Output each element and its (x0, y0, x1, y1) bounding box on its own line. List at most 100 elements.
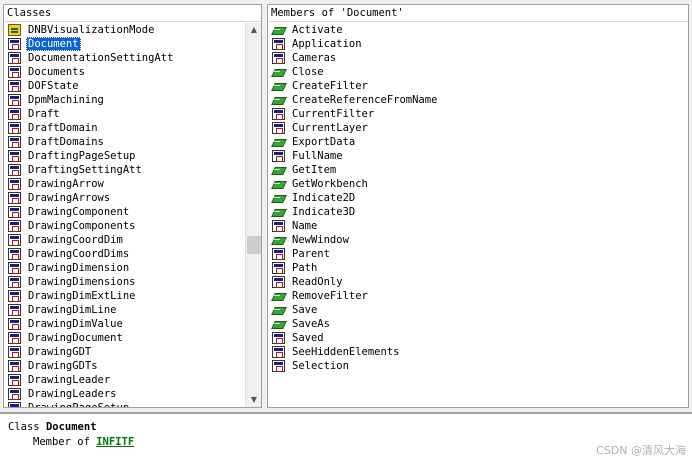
class-icon (8, 262, 21, 274)
class-list-item-label: DrawingArrow (28, 178, 104, 190)
class-list-item[interactable]: DraftDomain (4, 121, 244, 135)
member-list-item[interactable]: SaveAs (268, 317, 688, 331)
scrollbar-thumb[interactable] (247, 236, 261, 254)
class-list-item-label: DrawingDimensions (28, 276, 136, 288)
property-icon (272, 262, 285, 274)
class-icon (8, 318, 21, 330)
method-icon (272, 234, 285, 246)
member-list-item[interactable]: Indicate3D (268, 205, 688, 219)
class-list-item[interactable]: DrawingGDT (4, 345, 244, 359)
class-list-item-label: DrawingDimension (28, 262, 130, 274)
class-list-item[interactable]: DpmMachining (4, 93, 244, 107)
classes-list[interactable]: DNBVisualizationMode Document Documentatio… (4, 23, 244, 407)
class-list-item[interactable]: DrawingComponent (4, 205, 244, 219)
class-list-item[interactable]: DrawingCoordDim (4, 233, 244, 247)
members-list[interactable]: Activate Application Cameras Close CreateFil… (268, 23, 688, 407)
member-list-item[interactable]: Parent (268, 247, 688, 261)
watermark: CSDN @清风大海 (596, 444, 686, 457)
method-icon (272, 66, 285, 78)
property-icon (272, 52, 285, 64)
member-list-item[interactable]: GetWorkbench (268, 177, 688, 191)
class-list-item[interactable]: DraftingPageSetup (4, 149, 244, 163)
member-list-item-label: Activate (292, 24, 343, 36)
member-list-item[interactable]: Save (268, 303, 688, 317)
class-icon (8, 206, 21, 218)
class-list-item[interactable]: DNBVisualizationMode (4, 23, 244, 37)
member-list-item[interactable]: CurrentLayer (268, 121, 688, 135)
classes-header: Classes (4, 5, 261, 22)
member-list-item[interactable]: ReadOnly (268, 275, 688, 289)
class-icon (8, 192, 21, 204)
member-list-item[interactable]: CreateFilter (268, 79, 688, 93)
library-link[interactable]: INFITF (96, 436, 134, 448)
scroll-up-arrow-icon[interactable]: ▲ (246, 23, 261, 37)
property-icon (272, 360, 285, 372)
class-list-item-label: Document (26, 37, 81, 51)
class-list-item[interactable]: Draft (4, 107, 244, 121)
class-list-item[interactable]: Document (4, 37, 244, 51)
class-list-item[interactable]: DraftingSettingAtt (4, 163, 244, 177)
class-list-item[interactable]: DrawingGDTs (4, 359, 244, 373)
member-list-item-label: CurrentFilter (292, 108, 375, 120)
member-list-item[interactable]: RemoveFilter (268, 289, 688, 303)
member-list-item-label: Cameras (292, 52, 337, 64)
class-list-item[interactable]: DrawingLeaders (4, 387, 244, 401)
class-list-item-label: DrawingCoordDims (28, 248, 130, 260)
class-list-item-label: DrawingLeader (28, 374, 111, 386)
classes-scrollbar[interactable]: ▲ ▼ (245, 23, 261, 407)
class-list-item[interactable]: DrawingDocument (4, 331, 244, 345)
method-icon (272, 136, 285, 148)
class-icon (8, 150, 21, 162)
member-list-item-label: FullName (292, 150, 343, 162)
member-list-item[interactable]: Selection (268, 359, 688, 373)
member-list-item[interactable]: Cameras (268, 51, 688, 65)
class-icon (8, 304, 21, 316)
class-list-item[interactable]: DrawingDimension (4, 261, 244, 275)
class-list-item[interactable]: DrawingDimensions (4, 275, 244, 289)
member-list-item[interactable]: GetItem (268, 163, 688, 177)
class-list-item[interactable]: DocumentationSettingAtt (4, 51, 244, 65)
class-list-item[interactable]: DraftDomains (4, 135, 244, 149)
member-list-item[interactable]: Application (268, 37, 688, 51)
member-list-item[interactable]: NewWindow (268, 233, 688, 247)
member-list-item[interactable]: ExportData (268, 135, 688, 149)
member-list-item-label: Selection (292, 360, 349, 372)
class-list-item[interactable]: DrawingComponents (4, 219, 244, 233)
property-icon (272, 332, 285, 344)
class-list-item[interactable]: DrawingArrow (4, 177, 244, 191)
class-list-item[interactable]: DrawingArrows (4, 191, 244, 205)
member-list-item[interactable]: Path (268, 261, 688, 275)
member-list-item[interactable]: Name (268, 219, 688, 233)
property-icon (272, 276, 285, 288)
scroll-down-arrow-icon[interactable]: ▼ (246, 393, 261, 407)
class-list-item[interactable]: DrawingDimExtLine (4, 289, 244, 303)
member-list-item[interactable]: Saved (268, 331, 688, 345)
class-list-item[interactable]: DrawingDimValue (4, 317, 244, 331)
member-list-item-label: CurrentLayer (292, 122, 368, 134)
class-list-item-label: DraftingSettingAtt (28, 164, 142, 176)
member-list-item[interactable]: Close (268, 65, 688, 79)
class-list-item[interactable]: DOFState (4, 79, 244, 93)
member-list-item[interactable]: SeeHiddenElements (268, 345, 688, 359)
member-list-item[interactable]: CreateReferenceFromName (268, 93, 688, 107)
class-list-item[interactable]: Documents (4, 65, 244, 79)
member-list-item-label: Indicate3D (292, 206, 356, 218)
member-list-item-label: CreateFilter (292, 80, 368, 92)
member-list-item[interactable]: Activate (268, 23, 688, 37)
member-list-item[interactable]: FullName (268, 149, 688, 163)
method-icon (272, 178, 285, 190)
class-list-item-label: DpmMachining (28, 94, 104, 106)
member-list-item-label: Parent (292, 248, 330, 260)
property-icon (272, 220, 285, 232)
class-list-item[interactable]: DrawingCoordDims (4, 247, 244, 261)
class-list-item[interactable]: DrawingDimLine (4, 303, 244, 317)
member-list-item[interactable]: Indicate2D (268, 191, 688, 205)
class-list-item[interactable]: DrawingPageSetup (4, 401, 244, 407)
property-icon (272, 108, 285, 120)
member-list-item[interactable]: CurrentFilter (268, 107, 688, 121)
class-list-item[interactable]: DrawingLeader (4, 373, 244, 387)
class-list-item-label: DrawingGDT (28, 346, 92, 358)
members-header: Members of 'Document' (268, 5, 688, 22)
details-member-line: Member of INFITF (8, 435, 684, 450)
class-list-item-label: DraftDomains (28, 136, 104, 148)
